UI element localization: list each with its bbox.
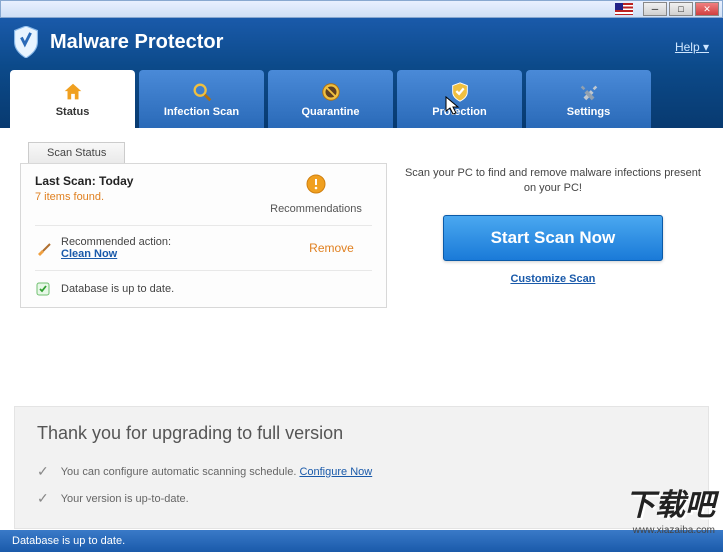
- clean-now-link[interactable]: Clean Now: [61, 248, 171, 260]
- check-icon: ✓: [37, 490, 49, 507]
- tab-label: Quarantine: [301, 106, 359, 118]
- recommended-action-label: Recommended action:: [61, 236, 171, 248]
- tab-label: Infection Scan: [164, 106, 239, 118]
- content-area: Scan Status Last Scan: Today 7 items fou…: [0, 128, 723, 406]
- upgrade-row: ✓ Your version is up-to-date.: [37, 485, 686, 512]
- statusbar-text: Database is up to date.: [12, 535, 125, 547]
- customize-scan-link[interactable]: Customize Scan: [510, 273, 595, 285]
- scan-description: Scan your PC to find and remove malware …: [403, 166, 703, 197]
- configure-now-link[interactable]: Configure Now: [299, 466, 372, 478]
- window-titlebar: ─ □ ✕: [0, 0, 723, 18]
- tab-quarantine[interactable]: Quarantine: [268, 70, 393, 128]
- database-status-text: Database is up to date.: [61, 283, 174, 295]
- scan-status-tab[interactable]: Scan Status: [28, 142, 125, 163]
- magnifier-icon: [191, 81, 213, 103]
- scan-action-panel: Scan your PC to find and remove malware …: [403, 142, 703, 396]
- main-tabs: Status Infection Scan Quarantine Protect…: [0, 66, 723, 128]
- check-icon: ✓: [37, 463, 49, 480]
- shield-logo-icon: [12, 26, 40, 58]
- minimize-button[interactable]: ─: [643, 2, 667, 16]
- warning-icon: [306, 174, 326, 194]
- tab-label: Protection: [432, 106, 486, 118]
- tab-protection[interactable]: Protection: [397, 70, 522, 128]
- broom-icon: [35, 239, 53, 257]
- status-bar: Database is up to date.: [0, 530, 723, 552]
- prohibited-icon: [320, 81, 342, 103]
- app-header: Malware Protector Help ▾: [0, 18, 723, 66]
- shield-check-icon: [449, 81, 471, 103]
- last-scan-label: Last Scan: Today: [35, 174, 133, 188]
- tab-status[interactable]: Status: [10, 70, 135, 128]
- help-link[interactable]: Help ▾: [675, 40, 709, 54]
- flag-icon[interactable]: [615, 3, 633, 15]
- app-title: Malware Protector: [50, 31, 223, 54]
- database-ok-icon: [35, 281, 51, 297]
- tab-settings[interactable]: Settings: [526, 70, 651, 128]
- scan-status-box: Last Scan: Today 7 items found. Recommen…: [20, 163, 387, 308]
- home-icon: [62, 81, 84, 103]
- recommendations-label: Recommendations: [270, 203, 362, 215]
- upgrade-title: Thank you for upgrading to full version: [37, 423, 686, 444]
- items-found-text: 7 items found.: [35, 191, 133, 203]
- scan-status-panel: Scan Status Last Scan: Today 7 items fou…: [20, 142, 387, 396]
- upgrade-line1-text: You can configure automatic scanning sch…: [61, 466, 297, 478]
- upgrade-line2-text: Your version is up-to-date.: [61, 493, 189, 505]
- start-scan-button[interactable]: Start Scan Now: [443, 215, 663, 261]
- maximize-button[interactable]: □: [669, 2, 693, 16]
- upgrade-panel: Thank you for upgrading to full version …: [14, 406, 709, 529]
- upgrade-row: ✓ You can configure automatic scanning s…: [37, 458, 686, 485]
- tools-icon: [578, 81, 600, 103]
- tab-label: Settings: [567, 106, 610, 118]
- tab-label: Status: [56, 106, 90, 118]
- tab-infection-scan[interactable]: Infection Scan: [139, 70, 264, 128]
- close-button[interactable]: ✕: [695, 2, 719, 16]
- remove-text[interactable]: Remove: [309, 241, 354, 255]
